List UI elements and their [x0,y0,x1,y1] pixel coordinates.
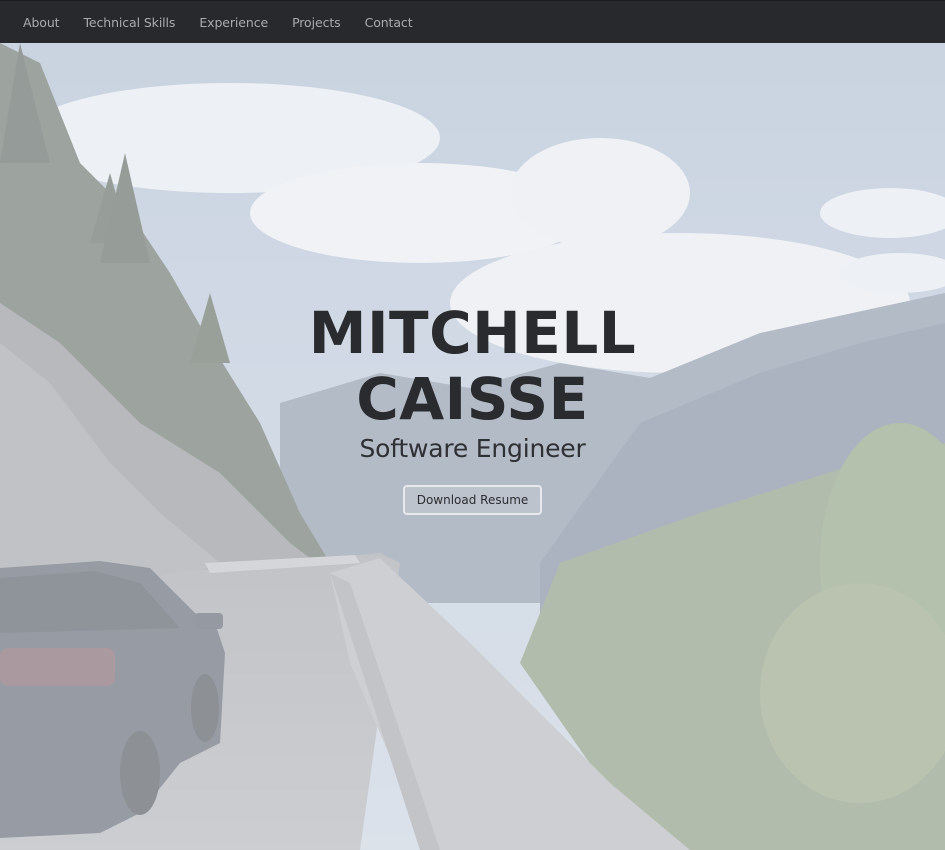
hero-first-name: MITCHELL [308,299,637,367]
top-navbar: About Technical Skills Experience Projec… [0,0,945,43]
hero-job-title: Software Engineer [359,434,586,463]
download-resume-button[interactable]: Download Resume [402,485,543,515]
nav-link-contact[interactable]: Contact [365,15,413,30]
hero-content: MITCHELL CAISSE Software Engineer Downlo… [0,300,945,515]
nav-link-technical-skills[interactable]: Technical Skills [83,15,175,30]
nav-link-experience[interactable]: Experience [199,15,268,30]
nav-link-projects[interactable]: Projects [292,15,341,30]
nav-link-about[interactable]: About [23,15,60,30]
hero-last-name: CAISSE [356,365,589,433]
